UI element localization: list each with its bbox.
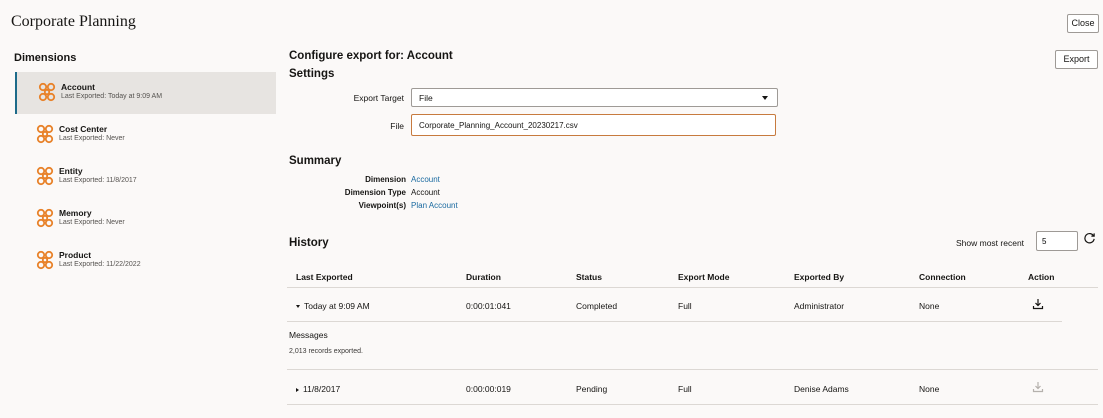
- summary-dimension-link[interactable]: Account: [411, 175, 440, 184]
- caret-right-icon: [296, 387, 299, 392]
- sidebar-item-last-exported: Last Exported: Today at 9:09 AM: [61, 93, 163, 100]
- cell-duration: 0:00:01:041: [466, 301, 511, 311]
- cell-last-exported: 11/8/2017: [303, 384, 341, 394]
- column-header-last-exported[interactable]: Last Exported: [296, 272, 353, 282]
- cell-duration: 0:00:00:019: [466, 384, 511, 394]
- divider: [287, 369, 1098, 370]
- sidebar-item-entity[interactable]: Entity Last Exported: 11/8/2017: [15, 156, 276, 198]
- cell-exported-by: Administrator: [794, 301, 845, 311]
- row-expand-toggle[interactable]: Today at 9:09 AM: [296, 301, 370, 311]
- cell-last-exported: Today at 9:09 AM: [304, 301, 370, 311]
- column-header-status[interactable]: Status: [576, 272, 602, 282]
- cell-status: Completed: [576, 301, 618, 311]
- column-header-action: Action: [1028, 272, 1055, 282]
- dimension-icon: [36, 166, 54, 186]
- column-header-connection[interactable]: Connection: [919, 272, 966, 282]
- summary-dimension-type-label: Dimension Type: [344, 188, 406, 197]
- sidebar-heading: Dimensions: [14, 52, 77, 64]
- sidebar-item-name: Entity: [59, 166, 83, 176]
- export-target-label: Export Target: [353, 93, 404, 103]
- sidebar-item-last-exported: Last Exported: 11/8/2017: [59, 177, 137, 184]
- sidebar-item-last-exported: Last Exported: Never: [59, 219, 125, 226]
- app-header: Corporate Planning Close: [0, 0, 1103, 42]
- page-title: Configure export for: Account: [289, 50, 453, 62]
- sidebar-item-product[interactable]: Product Last Exported: 11/22/2022: [15, 240, 276, 282]
- sidebar-item-last-exported: Last Exported: Never: [59, 135, 125, 142]
- divider: [287, 321, 1062, 322]
- messages-label: Messages: [289, 330, 328, 340]
- summary-viewpoints-link[interactable]: Plan Account: [411, 201, 458, 210]
- dimension-icon: [36, 250, 54, 270]
- sidebar-item-memory[interactable]: Memory Last Exported: Never: [15, 198, 276, 240]
- cell-exported-by: Denise Adams: [794, 384, 849, 394]
- sidebar-item-name: Memory: [59, 208, 92, 218]
- export-target-value: File: [419, 93, 433, 103]
- cell-connection: None: [919, 384, 940, 394]
- chevron-down-icon: [762, 96, 768, 100]
- sidebar-item-name: Account: [61, 82, 95, 92]
- download-icon-disabled: [1032, 382, 1044, 393]
- dimensions-sidebar: Dimensions Account Last Exported: Today …: [0, 42, 277, 418]
- column-header-exported-by[interactable]: Exported By: [794, 272, 844, 282]
- dimension-icon: [36, 208, 54, 228]
- summary-dimension-type-value: Account: [411, 188, 440, 197]
- history-heading: History: [289, 237, 329, 249]
- file-input[interactable]: [411, 114, 776, 136]
- cell-status: Pending: [576, 384, 608, 394]
- sidebar-item-last-exported: Last Exported: 11/22/2022: [59, 261, 141, 268]
- sidebar-item-name: Product: [59, 250, 92, 260]
- app-title: Corporate Planning: [11, 13, 136, 30]
- settings-heading: Settings: [289, 68, 335, 80]
- dimension-icon: [38, 82, 56, 102]
- row-expand-toggle[interactable]: 11/8/2017: [296, 384, 340, 394]
- close-button[interactable]: Close: [1067, 14, 1099, 33]
- cell-export-mode: Full: [678, 384, 692, 394]
- refresh-icon[interactable]: [1083, 231, 1096, 244]
- summary-viewpoints-label: Viewpoint(s): [358, 201, 406, 210]
- caret-down-icon: [296, 305, 300, 309]
- divider: [287, 287, 1098, 288]
- export-target-select[interactable]: File: [411, 88, 778, 107]
- summary-heading: Summary: [289, 155, 342, 167]
- divider: [287, 404, 1098, 405]
- file-label: File: [390, 121, 404, 131]
- messages-text: 2,013 records exported.: [289, 348, 363, 355]
- show-recent-label: Show most recent: [956, 238, 1025, 248]
- sidebar-item-name: Cost Center: [59, 124, 108, 134]
- sidebar-item-account[interactable]: Account Last Exported: Today at 9:09 AM: [15, 72, 276, 114]
- dimension-icon: [36, 124, 54, 144]
- export-button[interactable]: Export: [1055, 50, 1098, 69]
- cell-connection: None: [919, 301, 940, 311]
- summary-dimension-label: Dimension: [365, 175, 406, 184]
- column-header-duration[interactable]: Duration: [466, 272, 501, 282]
- download-icon[interactable]: [1032, 298, 1044, 310]
- show-recent-input[interactable]: [1036, 231, 1078, 251]
- column-header-export-mode[interactable]: Export Mode: [678, 272, 729, 282]
- cell-export-mode: Full: [678, 301, 692, 311]
- sidebar-item-cost-center[interactable]: Cost Center Last Exported: Never: [15, 114, 276, 156]
